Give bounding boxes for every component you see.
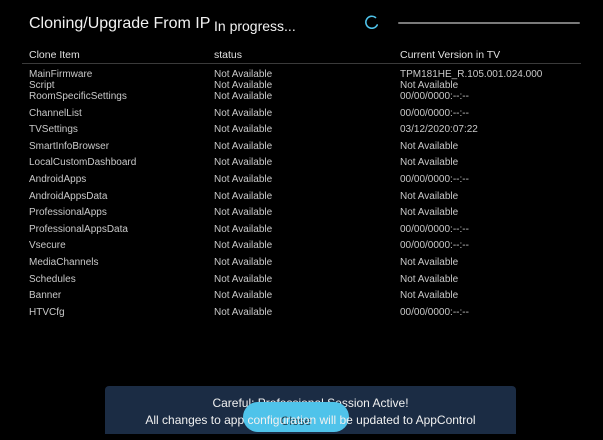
- status-cell: Not Available: [214, 273, 273, 285]
- version-cell: 00/00/0000:--:--: [400, 306, 469, 318]
- table-row: MainFirmware Not Available TPM181HE_R.10…: [0, 69, 603, 80]
- column-header-version: Current Version in TV: [400, 49, 501, 61]
- version-cell: Not Available: [400, 140, 459, 152]
- table-row: Script Not Available Not Available: [0, 80, 603, 91]
- table-row: TVSettings Not Available 03/12/2020:07:2…: [0, 124, 603, 141]
- status-cell: Not Available: [214, 240, 273, 252]
- table-row: Vsecure Not Available 00/00/0000:--:--: [0, 240, 603, 257]
- clone-item-cell: ChannelList: [29, 107, 82, 119]
- clone-item-cell: Script: [29, 80, 55, 91]
- version-cell: Not Available: [400, 290, 459, 302]
- table-row: SmartInfoBrowser Not Available Not Avail…: [0, 141, 603, 158]
- toast-warning-message: All changes to app configuration will be…: [145, 413, 476, 427]
- version-cell: Not Available: [400, 256, 459, 268]
- version-cell: 00/00/0000:--:--: [400, 91, 469, 102]
- table-row: ChannelList Not Available 00/00/0000:--:…: [0, 108, 603, 125]
- table-row: RoomSpecificSettings Not Available 00/00…: [0, 91, 603, 108]
- version-cell: 00/00/0000:--:--: [400, 240, 469, 252]
- clone-item-cell: Schedules: [29, 273, 76, 285]
- version-cell: 00/00/0000:--:--: [400, 223, 469, 235]
- status-cell: Not Available: [214, 256, 273, 268]
- clone-item-cell: MainFirmware: [29, 69, 93, 80]
- clone-item-cell: AndroidApps: [29, 173, 87, 185]
- version-cell: Not Available: [400, 273, 459, 285]
- table-row: LocalCustomDashboard Not Available Not A…: [0, 157, 603, 174]
- status-cell: Not Available: [214, 306, 273, 318]
- clone-item-cell: RoomSpecificSettings: [29, 91, 127, 102]
- table-row: ProfessionalApps Not Available Not Avail…: [0, 207, 603, 224]
- status-cell: Not Available: [214, 91, 273, 102]
- clone-table: MainFirmware Not Available TPM181HE_R.10…: [0, 69, 603, 323]
- status-cell: Not Available: [214, 140, 273, 152]
- table-row: ProfessionalAppsData Not Available 00/00…: [0, 224, 603, 241]
- status-cell: Not Available: [214, 80, 273, 91]
- column-header-clone-item: Clone Item: [29, 49, 80, 61]
- version-cell: 00/00/0000:--:--: [400, 173, 469, 185]
- version-cell: TPM181HE_R.105.001.024.000: [400, 69, 543, 80]
- status-cell: Not Available: [214, 290, 273, 302]
- status-cell: Not Available: [214, 124, 273, 136]
- column-header-status: status: [214, 49, 243, 61]
- clone-item-cell: TVSettings: [29, 124, 78, 136]
- version-cell: 03/12/2020:07:22: [400, 124, 478, 136]
- table-row: AndroidApps Not Available 00/00/0000:--:…: [0, 174, 603, 191]
- clone-item-cell: LocalCustomDashboard: [29, 157, 137, 169]
- header: Cloning/Upgrade From IP In progress...: [0, 0, 603, 62]
- status-cell: Not Available: [214, 157, 273, 169]
- status-cell: Not Available: [214, 69, 273, 80]
- version-cell: Not Available: [400, 190, 459, 202]
- table-row: Schedules Not Available Not Available: [0, 274, 603, 291]
- version-cell: 00/00/0000:--:--: [400, 107, 469, 119]
- status-cell: Not Available: [214, 207, 273, 219]
- table-row: AndroidAppsData Not Available Not Availa…: [0, 191, 603, 208]
- status-cell: Not Available: [214, 223, 273, 235]
- progress-bar: [398, 22, 580, 24]
- clone-item-cell: ProfessionalAppsData: [29, 223, 128, 235]
- version-cell: Not Available: [400, 207, 459, 219]
- clone-item-cell: AndroidAppsData: [29, 190, 108, 202]
- version-cell: Not Available: [400, 80, 459, 91]
- table-row: HTVCfg Not Available 00/00/0000:--:--: [0, 307, 603, 324]
- table-row: MediaChannels Not Available Not Availabl…: [0, 257, 603, 274]
- clone-item-cell: ProfessionalApps: [29, 207, 107, 219]
- table-row: Banner Not Available Not Available: [0, 290, 603, 307]
- status-cell: Not Available: [214, 190, 273, 202]
- clone-item-cell: Banner: [29, 290, 62, 302]
- version-cell: Not Available: [400, 157, 459, 169]
- clone-item-cell: SmartInfoBrowser: [29, 140, 110, 152]
- page-title: Cloning/Upgrade From IP: [29, 15, 211, 32]
- clone-item-cell: HTVCfg: [29, 306, 65, 318]
- status-text: In progress...: [214, 18, 296, 34]
- clone-item-cell: MediaChannels: [29, 256, 99, 268]
- header-divider: [22, 63, 581, 64]
- status-cell: Not Available: [214, 107, 273, 119]
- clone-item-cell: Vsecure: [29, 240, 66, 252]
- status-cell: Not Available: [214, 173, 273, 185]
- loading-spinner-icon: [365, 15, 378, 29]
